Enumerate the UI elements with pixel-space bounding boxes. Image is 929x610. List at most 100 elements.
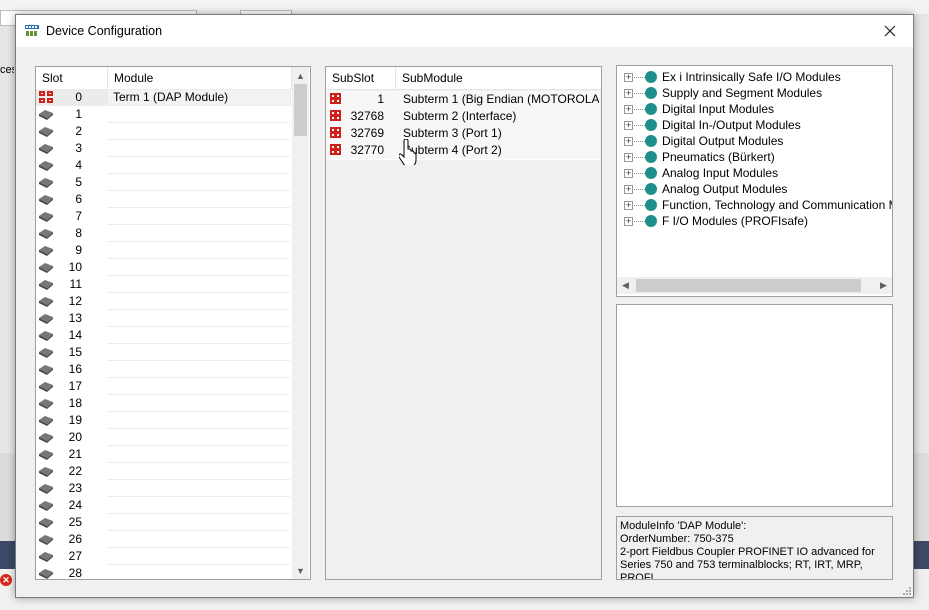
slot-row[interactable]: 16: [36, 361, 291, 378]
slot-row[interactable]: 21: [36, 446, 291, 463]
slot-module-cell[interactable]: [108, 226, 290, 242]
column-header-subslot[interactable]: SubSlot: [326, 67, 396, 89]
slot-module-cell[interactable]: [108, 430, 290, 446]
slot-module-cell[interactable]: [108, 413, 290, 429]
slot-module-list[interactable]: Slot Module 0 Term 1 (DAP Module) 1 2 3 4 5 6 7 8…: [35, 66, 311, 580]
close-button[interactable]: [867, 15, 913, 47]
slot-module-cell[interactable]: [108, 362, 290, 378]
scroll-up-arrow[interactable]: ▲: [292, 67, 309, 84]
scroll-down-arrow[interactable]: ▼: [292, 562, 309, 579]
slot-row[interactable]: 14: [36, 327, 291, 344]
slot-row[interactable]: 11: [36, 276, 291, 293]
slot-row[interactable]: 10: [36, 259, 291, 276]
slot-module-cell[interactable]: [108, 464, 290, 480]
slot-row[interactable]: 0 Term 1 (DAP Module): [36, 89, 291, 106]
module-group-icon: [645, 71, 657, 83]
slot-row[interactable]: 23: [36, 480, 291, 497]
empty-slot-icon: [39, 382, 53, 392]
slot-row[interactable]: 2: [36, 123, 291, 140]
slot-number: 1: [75, 107, 82, 121]
slot-row[interactable]: 20: [36, 429, 291, 446]
subslot-number: 32770: [350, 143, 384, 157]
slot-number: 6: [75, 192, 82, 206]
slot-row[interactable]: 24: [36, 497, 291, 514]
slot-module-cell[interactable]: [108, 311, 290, 327]
slot-module-cell[interactable]: [108, 396, 290, 412]
slot-module-cell[interactable]: [108, 277, 290, 293]
module-group-icon: [645, 119, 657, 131]
slot-row[interactable]: 12: [36, 293, 291, 310]
column-header-slot[interactable]: Slot: [36, 67, 108, 89]
slot-module-cell[interactable]: [108, 566, 290, 579]
expand-icon[interactable]: +: [624, 89, 633, 98]
scroll-right-arrow[interactable]: ▶: [875, 277, 892, 294]
slot-module-cell[interactable]: [108, 498, 290, 514]
slot-row[interactable]: 15: [36, 344, 291, 361]
scroll-thumb[interactable]: [294, 84, 307, 136]
slot-row[interactable]: 13: [36, 310, 291, 327]
resize-grip-icon[interactable]: [901, 585, 911, 595]
submodule-row[interactable]: 32769 Subterm 3 (Port 1): [326, 125, 600, 143]
tree-scroll-thumb[interactable]: [636, 279, 861, 292]
slot-row[interactable]: 3: [36, 140, 291, 157]
slot-module-cell[interactable]: [108, 379, 290, 395]
module-info-line-2: OrderNumber: 750-375: [620, 533, 734, 545]
slot-module-cell[interactable]: [108, 515, 290, 531]
slot-list-scrollbar[interactable]: ▲ ▼: [292, 67, 309, 579]
slot-row[interactable]: 1: [36, 106, 291, 123]
tree-horizontal-scrollbar[interactable]: ◀ ▶: [617, 277, 892, 294]
submodule-row[interactable]: 32770 Subterm 4 (Port 2): [326, 142, 600, 160]
slot-number: 26: [68, 532, 82, 546]
slot-row[interactable]: 19: [36, 412, 291, 429]
slot-module-cell[interactable]: [108, 158, 290, 174]
submodule-row[interactable]: 1 Subterm 1 (Big Endian (MOTOROLA),...: [326, 91, 600, 109]
submodule-list[interactable]: SubSlot SubModule 1 Subterm 1 (Big Endian…: [325, 66, 602, 580]
slot-row[interactable]: 9: [36, 242, 291, 259]
slot-row[interactable]: 18: [36, 395, 291, 412]
submodule-name: Subterm 2 (Interface): [403, 109, 517, 123]
expand-icon[interactable]: +: [624, 121, 633, 130]
slot-row[interactable]: 4: [36, 157, 291, 174]
expand-icon[interactable]: +: [624, 201, 633, 210]
slot-row[interactable]: 17: [36, 378, 291, 395]
slot-module-cell[interactable]: [108, 124, 290, 140]
slot-module-cell[interactable]: [108, 345, 290, 361]
slot-module-cell[interactable]: Term 1 (DAP Module): [108, 90, 290, 106]
slot-module-cell[interactable]: [108, 447, 290, 463]
slot-module-cell[interactable]: [108, 107, 290, 123]
expand-icon[interactable]: +: [624, 137, 633, 146]
module-info-panel[interactable]: ModuleInfo 'DAP Module': OrderNumber: 75…: [616, 516, 893, 580]
expand-icon[interactable]: +: [624, 105, 633, 114]
slot-module-cell[interactable]: [108, 328, 290, 344]
slot-module-cell[interactable]: [108, 260, 290, 276]
slot-row[interactable]: 27: [36, 548, 291, 565]
slot-module-cell[interactable]: [108, 243, 290, 259]
slot-row[interactable]: 26: [36, 531, 291, 548]
module-catalog-tree[interactable]: + Ex i Intrinsically Safe I/O Modules + Sup…: [616, 65, 893, 297]
slot-module-cell[interactable]: [108, 532, 290, 548]
column-header-module[interactable]: Module: [108, 67, 292, 89]
expand-icon[interactable]: +: [624, 153, 633, 162]
slot-row[interactable]: 7: [36, 208, 291, 225]
slot-row[interactable]: 8: [36, 225, 291, 242]
expand-icon[interactable]: +: [624, 185, 633, 194]
slot-row[interactable]: 5: [36, 174, 291, 191]
scroll-left-arrow[interactable]: ◀: [617, 277, 634, 294]
slot-module-cell[interactable]: [108, 192, 290, 208]
slot-row[interactable]: 28: [36, 565, 291, 579]
slot-row[interactable]: 6: [36, 191, 291, 208]
slot-module-cell[interactable]: [108, 549, 290, 565]
slot-module-cell[interactable]: [108, 175, 290, 191]
slot-module-cell[interactable]: [108, 141, 290, 157]
column-header-submodule[interactable]: SubModule: [396, 67, 601, 89]
submodule-row[interactable]: 32768 Subterm 2 (Interface): [326, 108, 600, 126]
expand-icon[interactable]: +: [624, 73, 633, 82]
expand-icon[interactable]: +: [624, 217, 633, 226]
slot-module-cell[interactable]: [108, 481, 290, 497]
slot-module-cell[interactable]: [108, 294, 290, 310]
empty-slot-icon: [39, 467, 53, 477]
slot-module-cell[interactable]: [108, 209, 290, 225]
expand-icon[interactable]: +: [624, 169, 633, 178]
slot-row[interactable]: 25: [36, 514, 291, 531]
slot-row[interactable]: 22: [36, 463, 291, 480]
